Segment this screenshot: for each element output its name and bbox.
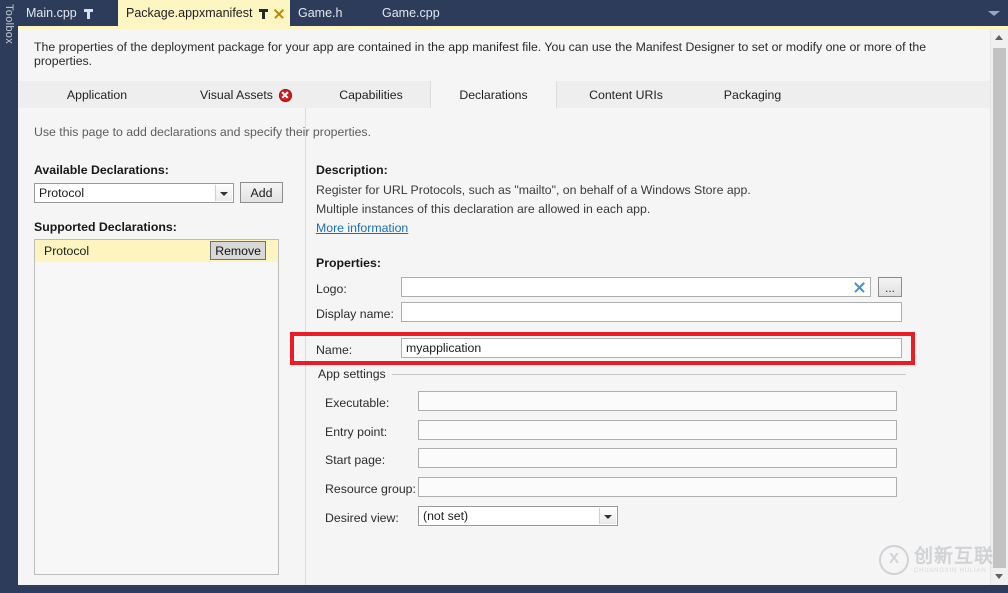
tab-label: Declarations (459, 87, 528, 102)
group-divider (390, 374, 906, 375)
resource-group-input[interactable] (418, 477, 897, 497)
supported-declarations-heading: Supported Declarations: (34, 220, 177, 234)
more-information-link[interactable]: More information (316, 221, 408, 235)
close-icon[interactable] (854, 282, 865, 293)
resource-group-label: Resource group: (325, 482, 416, 496)
tab-visual-assets[interactable]: Visual Assets (176, 81, 316, 109)
toolbox-strip[interactable]: Toolbox (0, 0, 18, 593)
tab-packaging[interactable]: Packaging (700, 81, 805, 109)
scroll-up-icon[interactable] (991, 29, 1008, 46)
tab-label: Visual Assets (200, 88, 273, 102)
tab-label: Main.cpp (26, 6, 77, 20)
tab-label: Game.cpp (382, 6, 440, 20)
list-item-label: Protocol (44, 244, 90, 258)
chevron-down-icon[interactable] (215, 185, 232, 201)
scrollbar-thumb[interactable] (993, 48, 1006, 573)
horizontal-scrollbar[interactable] (18, 585, 1008, 593)
remove-declaration-button[interactable]: Remove (210, 241, 266, 260)
designer-pivot-tabs: Application Visual Assets Capabilities D… (18, 81, 1008, 109)
properties-heading: Properties: (316, 256, 381, 270)
logo-browse-button[interactable]: ... (878, 277, 902, 297)
button-label: Add (250, 185, 273, 200)
tab-package-appxmanifest[interactable]: Package.appxmanifest (118, 0, 290, 26)
combo-value: Protocol (39, 186, 85, 200)
declarations-page: Use this page to add declarations and sp… (18, 108, 991, 585)
list-item[interactable]: Protocol Remove (35, 240, 278, 262)
pin-icon[interactable] (83, 8, 93, 19)
start-page-input[interactable] (418, 448, 897, 468)
logo-input[interactable] (401, 277, 871, 297)
pin-icon[interactable] (259, 8, 270, 19)
tab-label: Application (66, 88, 128, 102)
display-name-input[interactable] (401, 302, 902, 322)
toolbox-label[interactable]: Toolbox (1, 4, 17, 44)
button-label: Remove (215, 243, 261, 258)
tab-label: Package.appxmanifest (126, 6, 253, 20)
name-input[interactable]: myapplication (401, 338, 902, 358)
button-label: ... (884, 281, 895, 295)
tab-application[interactable]: Application (32, 81, 162, 109)
available-declarations-heading: Available Declarations: (34, 163, 169, 177)
error-badge-icon (278, 88, 292, 102)
combo-value: (not set) (423, 509, 469, 523)
tab-main-cpp[interactable]: Main.cpp (18, 0, 109, 26)
executable-input[interactable] (418, 391, 897, 411)
tab-label: Packaging (723, 88, 782, 102)
manifest-designer: The properties of the deployment package… (18, 29, 1008, 585)
tab-game-cpp[interactable]: Game.cpp (374, 0, 474, 26)
display-name-label: Display name: (316, 307, 394, 321)
desired-view-label: Desired view: (325, 511, 399, 525)
executable-label: Executable: (325, 396, 390, 410)
name-label: Name: (316, 343, 353, 357)
tab-capabilities[interactable]: Capabilities (316, 81, 426, 109)
logo-label: Logo: (316, 282, 347, 296)
tab-label: Capabilities (339, 88, 403, 102)
entry-point-input[interactable] (418, 420, 897, 440)
designer-intro-text: The properties of the deployment package… (34, 40, 927, 68)
tab-declarations[interactable]: Declarations (430, 81, 557, 109)
panel-splitter[interactable] (305, 108, 306, 585)
desired-view-combo[interactable]: (not set) (418, 506, 618, 526)
entry-point-label: Entry point: (325, 425, 388, 439)
description-heading: Description: (316, 163, 388, 177)
tab-label: Game.h (298, 6, 343, 20)
description-line-1: Register for URL Protocols, such as "mai… (316, 183, 751, 197)
tab-content-uris[interactable]: Content URIs (566, 81, 686, 109)
scroll-down-icon[interactable] (991, 568, 1008, 585)
close-icon[interactable] (273, 8, 282, 19)
tab-game-h[interactable]: Game.h (290, 0, 368, 26)
input-value: myapplication (406, 341, 482, 355)
document-tab-bar: Main.cpp Package.appxmanifest Game.h Gam… (18, 0, 1008, 26)
chevron-down-icon[interactable] (599, 508, 616, 524)
supported-declarations-list[interactable]: Protocol Remove (34, 239, 279, 575)
tab-label: Content URIs (589, 88, 663, 102)
add-declaration-button[interactable]: Add (240, 182, 283, 203)
page-hint-text: Use this page to add declarations and sp… (34, 125, 371, 139)
start-page-label: Start page: (325, 453, 386, 467)
available-declarations-combo[interactable]: Protocol (34, 183, 234, 203)
description-line-2: Multiple instances of this declaration a… (316, 202, 651, 216)
visual-studio-window: Toolbox Main.cpp Package.appxmanifest Ga… (0, 0, 1008, 593)
chevron-down-icon[interactable] (988, 8, 1000, 18)
app-settings-group-label: App settings (318, 367, 392, 381)
vertical-scrollbar[interactable] (990, 29, 1008, 585)
